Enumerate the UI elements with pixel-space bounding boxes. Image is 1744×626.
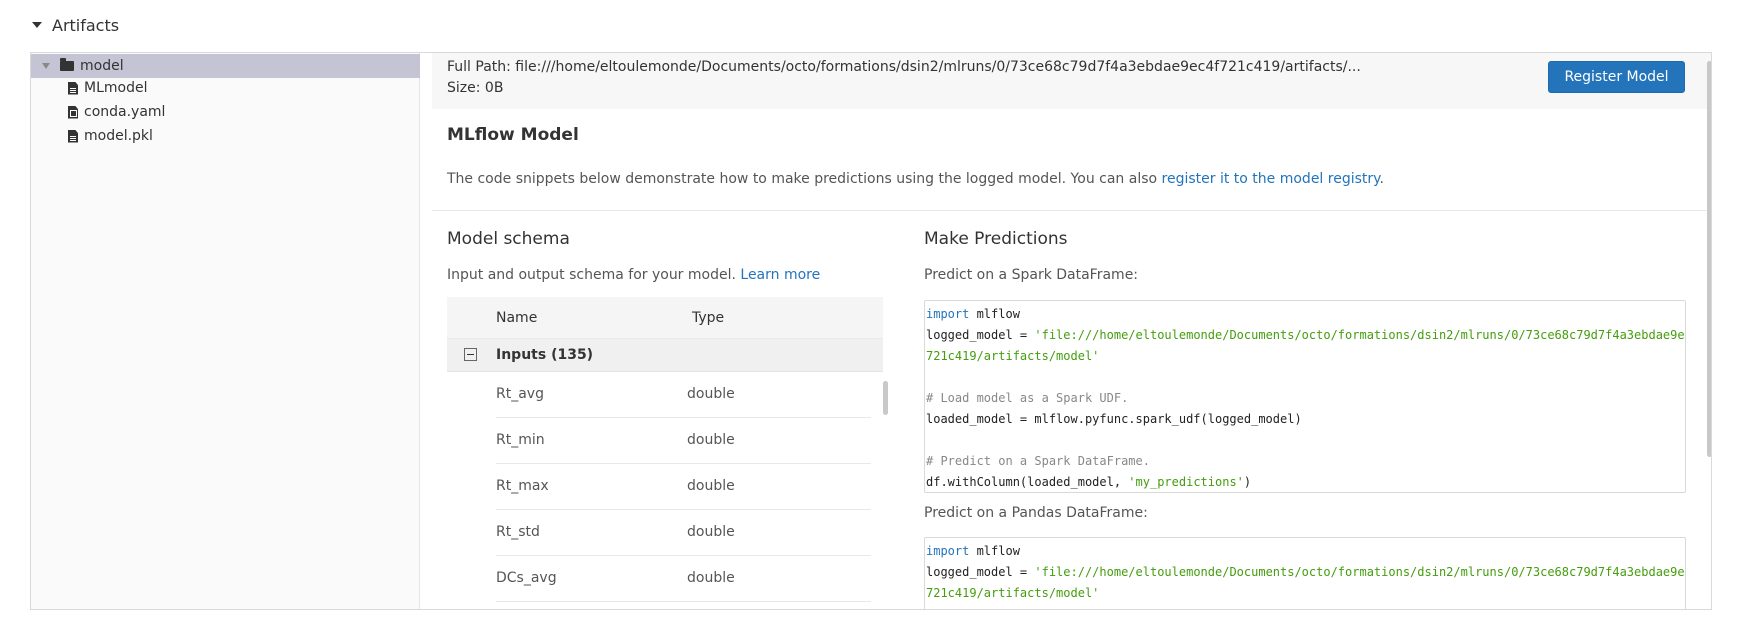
- spark-code-snippet[interactable]: import mlflow logged_model = 'file:///ho…: [924, 300, 1686, 493]
- table-row: Rt_avg double: [496, 372, 871, 418]
- field-type: double: [687, 524, 735, 540]
- column-header-type: Type: [692, 310, 725, 326]
- file-code-icon: [68, 105, 78, 119]
- code-string: 721c419/artifacts/model': [926, 349, 1100, 363]
- model-schema-title: Model schema: [447, 229, 570, 249]
- code-text: df.withColumn(loaded_model,: [926, 475, 1129, 489]
- learn-more-link[interactable]: Learn more: [740, 267, 820, 283]
- code-string: 'file:///home/eltoulemonde/Documents/oct…: [1034, 328, 1686, 342]
- code-keyword: import: [926, 307, 970, 321]
- table-row: DCs_avg double: [496, 556, 871, 602]
- caret-down-icon[interactable]: [42, 63, 50, 69]
- model-schema-description: Input and output schema for your model. …: [447, 267, 820, 283]
- divider: [432, 210, 1711, 211]
- inputs-group-row[interactable]: Inputs (135): [447, 339, 883, 372]
- schema-table: Name Type Inputs (135) Rt_avg double Rt_…: [447, 297, 883, 609]
- tree-item-label: conda.yaml: [84, 104, 166, 120]
- code-text: mlflow: [969, 307, 1020, 321]
- schema-scrollbar[interactable]: [883, 381, 888, 415]
- field-type: double: [687, 432, 735, 448]
- tree-item-label: model: [80, 58, 124, 74]
- artifact-tree: model MLmodel conda.yaml model.pkl: [31, 53, 420, 609]
- code-string: 'file:///home/eltoulemonde/Documents/oct…: [1034, 565, 1686, 579]
- code-keyword: import: [926, 544, 970, 558]
- code-comment: # Load model as a Spark UDF.: [926, 391, 1129, 405]
- tree-item-label: MLmodel: [84, 80, 148, 96]
- code-text: mlflow: [969, 544, 1020, 558]
- field-name: Rt_std: [496, 524, 540, 540]
- pandas-label: Predict on a Pandas DataFrame:: [924, 505, 1148, 521]
- register-link[interactable]: register it to the model registry: [1162, 171, 1380, 187]
- code-text: ): [1243, 475, 1252, 489]
- code-string: 'my_predictions': [1128, 475, 1244, 489]
- code-string: 721c419/artifacts/model': [926, 586, 1100, 600]
- column-header-name: Name: [496, 310, 538, 326]
- file-icon: [68, 129, 78, 143]
- table-row: Rt_std double: [496, 510, 871, 556]
- field-type: double: [687, 570, 735, 586]
- artifact-size: Size: 0B: [447, 80, 504, 96]
- tree-item-mlmodel[interactable]: MLmodel: [68, 76, 147, 100]
- caret-down-icon: [32, 22, 42, 28]
- table-row: Rt_min double: [496, 418, 871, 464]
- description-text: The code snippets below demonstrate how …: [447, 171, 1162, 187]
- pandas-code-snippet[interactable]: import mlflow logged_model = 'file:///ho…: [924, 537, 1686, 609]
- spark-label: Predict on a Spark DataFrame:: [924, 267, 1139, 283]
- field-name: Rt_min: [496, 432, 545, 448]
- tree-item-label: model.pkl: [84, 128, 153, 144]
- inputs-label: Inputs (135): [496, 347, 594, 363]
- code-text: logged_model =: [926, 565, 1035, 579]
- folder-icon: [60, 58, 74, 71]
- artifacts-section-toggle[interactable]: Artifacts: [32, 14, 119, 36]
- mlflow-model-title: MLflow Model: [447, 125, 579, 145]
- mlflow-model-description: The code snippets below demonstrate how …: [447, 171, 1384, 187]
- schema-table-header: Name Type: [447, 297, 883, 339]
- tree-item-conda-yaml[interactable]: conda.yaml: [68, 100, 165, 124]
- tree-item-model[interactable]: model: [31, 54, 420, 78]
- code-text: loaded_model = mlflow.pyfunc.spark_udf(l…: [926, 412, 1302, 426]
- section-title: Artifacts: [52, 15, 120, 35]
- register-model-button[interactable]: Register Model: [1548, 61, 1685, 93]
- field-name: Rt_avg: [496, 386, 544, 402]
- file-icon: [68, 81, 78, 95]
- table-row: Rt_max double: [496, 464, 871, 510]
- collapse-icon[interactable]: [464, 348, 477, 361]
- field-type: double: [687, 386, 735, 402]
- make-predictions-title: Make Predictions: [924, 229, 1068, 249]
- field-name: Rt_max: [496, 478, 549, 494]
- tree-item-model-pkl[interactable]: model.pkl: [68, 124, 153, 148]
- code-text: logged_model =: [926, 328, 1035, 342]
- field-name: DCs_avg: [496, 570, 557, 586]
- full-path: Full Path: file:///home/eltoulemonde/Doc…: [447, 59, 1361, 75]
- description-suffix: .: [1379, 171, 1384, 187]
- code-comment: # Predict on a Spark DataFrame.: [926, 454, 1150, 468]
- field-type: double: [687, 478, 735, 494]
- main-scrollbar[interactable]: [1707, 61, 1711, 457]
- artifact-viewer: model MLmodel conda.yaml model.pkl Full …: [30, 52, 1712, 610]
- schema-description-text: Input and output schema for your model.: [447, 267, 741, 283]
